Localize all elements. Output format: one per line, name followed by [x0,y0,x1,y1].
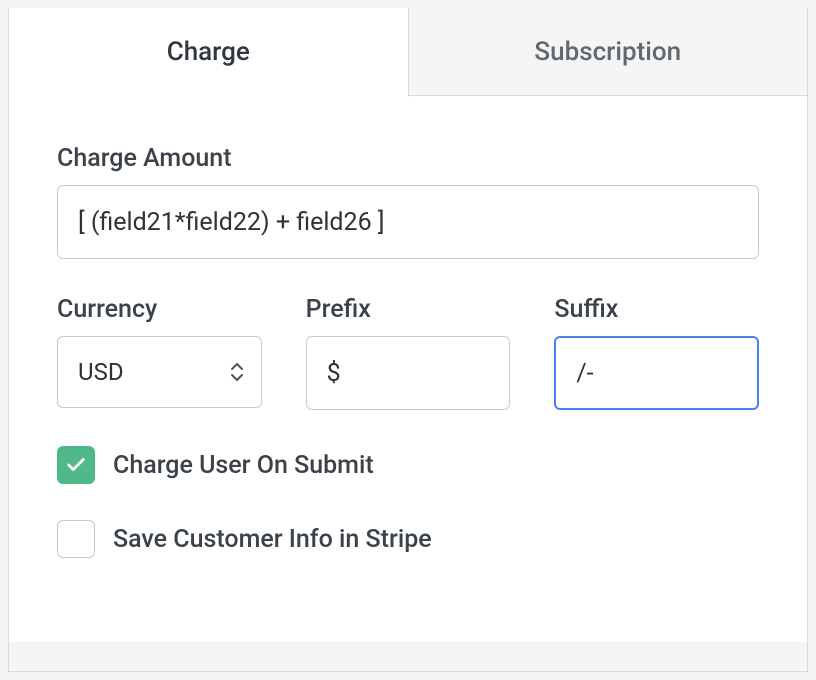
save-customer-checkbox[interactable] [57,520,95,558]
tabs-container: Charge Subscription [9,8,807,96]
currency-prefix-suffix-row: Currency USD Prefix Suffix [57,295,759,410]
charge-amount-field: Charge Amount [57,144,759,259]
currency-select[interactable]: USD [57,336,262,408]
save-customer-row: Save Customer Info in Stripe [57,520,759,558]
charge-on-submit-checkbox[interactable] [57,446,95,484]
tab-subscription[interactable]: Subscription [409,8,808,96]
settings-panel: Charge Subscription Charge Amount Curren… [8,8,808,672]
suffix-input[interactable] [554,336,759,410]
currency-label: Currency [57,295,262,324]
charge-on-submit-label[interactable]: Charge User On Submit [113,451,374,480]
currency-field: Currency USD [57,295,262,410]
tab-charge[interactable]: Charge [9,8,409,97]
suffix-label: Suffix [554,295,759,324]
charge-on-submit-row: Charge User On Submit [57,446,759,484]
save-customer-label[interactable]: Save Customer Info in Stripe [113,525,432,554]
prefix-input[interactable] [306,336,511,410]
charge-amount-label: Charge Amount [57,144,759,173]
prefix-label: Prefix [306,295,511,324]
suffix-field: Suffix [554,295,759,410]
charge-amount-input[interactable] [57,185,759,259]
prefix-field: Prefix [306,295,511,410]
tab-charge-label: Charge [167,37,250,67]
checkmark-icon [65,454,87,476]
tab-subscription-label: Subscription [534,37,681,67]
charge-tab-panel: Charge Amount Currency USD Prefix [9,96,807,642]
currency-select-wrapper: USD [57,336,262,408]
